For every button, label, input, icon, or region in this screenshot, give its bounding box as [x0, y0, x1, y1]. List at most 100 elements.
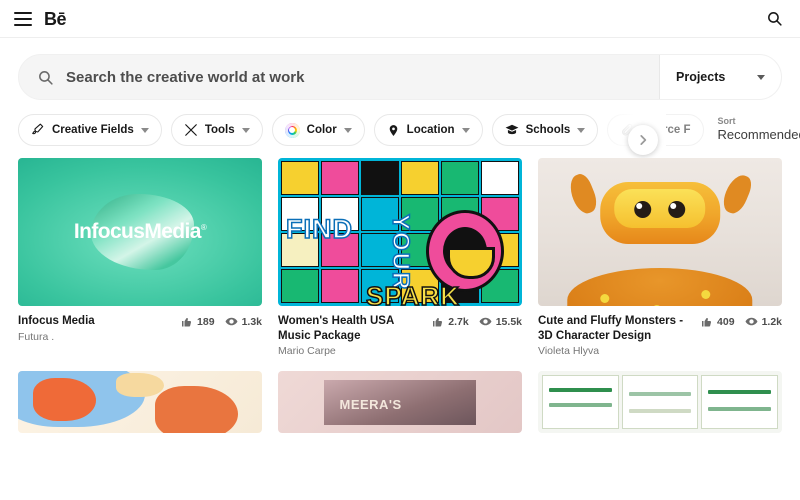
poster-line: [628, 408, 692, 413]
illustration-shape: [32, 377, 97, 422]
search-scope-label: Projects: [676, 70, 726, 84]
poster-column: [542, 375, 619, 430]
project-owner[interactable]: Mario Carpe: [278, 345, 424, 357]
project-card[interactable]: [538, 371, 782, 434]
illustration-shape: [154, 386, 238, 434]
project-card-text: Cute and Fluffy Monsters - 3D Character …: [538, 314, 693, 357]
project-title[interactable]: Cute and Fluffy Monsters - 3D Character …: [538, 314, 693, 343]
filter-pill-location[interactable]: Location: [373, 114, 483, 146]
poster-tile: [481, 161, 519, 195]
view-count: 1.3k: [241, 315, 262, 328]
project-card-text: Infocus Media Futura .: [18, 314, 173, 343]
behance-logo[interactable]: Bē: [44, 10, 67, 28]
like-stat[interactable]: 409: [701, 316, 735, 328]
sort-control[interactable]: Sort Recommended: [717, 115, 800, 144]
poster-tile: [321, 161, 359, 195]
filters-row: Creative Fields Tools Color Location Sch…: [0, 100, 800, 158]
project-title[interactable]: Women's Health USA Music Package: [278, 314, 424, 343]
monster-ear-right: [719, 171, 755, 217]
monster-ear-left: [565, 171, 601, 217]
search-icon[interactable]: [762, 7, 786, 31]
like-count: 2.7k: [448, 315, 469, 328]
chevron-down-icon: [757, 74, 765, 80]
project-card-meta: Infocus Media Futura . 189 1.3k: [18, 306, 262, 343]
filter-pill-color[interactable]: Color: [271, 114, 365, 146]
fluffy-monsters-thumbnail[interactable]: [538, 158, 782, 306]
filter-pill-tools[interactable]: Tools: [170, 114, 263, 146]
filter-pill-label: Tools: [204, 124, 235, 136]
graduation-cap-icon: [505, 123, 519, 137]
poster-word-find: FIND: [285, 213, 353, 245]
chevron-down-icon: [577, 127, 586, 133]
filter-pill-label: Color: [306, 124, 337, 136]
monster-head: [600, 182, 720, 244]
project-card[interactable]: FIND YOUR SPARK Women's Health USA Music…: [278, 158, 522, 357]
filter-pill-list: Creative Fields Tools Color Location Sch…: [18, 114, 704, 146]
project-owner[interactable]: Futura .: [18, 331, 173, 343]
meera-flowers-thumbnail[interactable]: MEERA'S: [278, 371, 522, 434]
project-title[interactable]: Infocus Media: [18, 314, 173, 329]
behance-search-page: Bē Projects: [0, 0, 800, 500]
womens-health-usa-thumbnail[interactable]: FIND YOUR SPARK: [278, 158, 522, 306]
chevron-down-icon: [343, 127, 352, 133]
monster-eye-right: [668, 200, 686, 218]
meera-title-text: MEERA'S: [339, 396, 402, 412]
monster-face: [614, 189, 706, 228]
sort-value-text: Recommended: [717, 126, 800, 142]
poster-line: [708, 406, 772, 411]
search-input[interactable]: [66, 68, 659, 86]
project-card[interactable]: MEERA'S: [278, 371, 522, 434]
sort-value[interactable]: Recommended: [718, 127, 800, 144]
market-poster-thumbnail[interactable]: [538, 371, 782, 434]
poster-tile: [401, 161, 439, 195]
view-count: 1.2k: [761, 315, 782, 328]
monster-dot: [700, 289, 710, 299]
thumbnail-overlay-text: InfocusMedia®: [73, 220, 207, 243]
eye-icon: [225, 317, 238, 326]
thumbs-up-icon: [433, 317, 443, 326]
monster-eye-left: [634, 200, 652, 218]
chevron-down-icon: [241, 127, 250, 133]
poster-word-spark: SPARK: [365, 280, 461, 306]
project-owner[interactable]: Violeta Hlyva: [538, 345, 693, 357]
project-card[interactable]: [18, 371, 262, 434]
chevron-down-icon: [140, 127, 149, 133]
hamburger-menu-icon[interactable]: [14, 11, 32, 26]
filter-pill-creative-fields[interactable]: Creative Fields: [18, 114, 162, 146]
filter-pill-label: Creative Fields: [52, 124, 134, 136]
eye-icon: [479, 317, 492, 326]
search-bar[interactable]: Projects: [18, 54, 782, 100]
sort-label: Sort: [717, 115, 736, 126]
mouth-illustration: [426, 210, 504, 292]
poster-word-your: YOUR: [386, 213, 414, 292]
illustration-shape: [115, 372, 165, 398]
thumbs-up-icon: [182, 317, 192, 326]
poster-column: [701, 375, 779, 430]
poster-line: [708, 389, 772, 394]
like-count: 189: [197, 315, 215, 328]
poster-tile: [281, 269, 319, 303]
like-stat[interactable]: 189: [181, 316, 215, 328]
project-stats: 2.7k 15.5k: [432, 314, 522, 328]
infocus-media-thumbnail[interactable]: InfocusMedia®: [18, 158, 262, 306]
filter-pill-schools[interactable]: Schools: [491, 114, 599, 146]
filters-scroll-right-button[interactable]: [628, 125, 658, 155]
poster-tile: [361, 161, 399, 195]
view-stat[interactable]: 15.5k: [479, 315, 522, 328]
project-stats: 189 1.3k: [181, 314, 262, 328]
search-field-wrapper[interactable]: [19, 55, 659, 99]
top-navigation-bar: Bē: [0, 0, 800, 38]
like-count: 409: [717, 315, 735, 328]
flower-book-cover: MEERA'S: [324, 379, 476, 426]
tools-icon: [184, 123, 198, 137]
project-card[interactable]: InfocusMedia® Infocus Media Futura . 189: [18, 158, 262, 357]
view-stat[interactable]: 1.2k: [745, 315, 782, 328]
project-grid: InfocusMedia® Infocus Media Futura . 189: [0, 158, 800, 357]
like-stat[interactable]: 2.7k: [432, 315, 469, 328]
chevron-down-icon: [461, 127, 470, 133]
view-stat[interactable]: 1.3k: [225, 315, 262, 328]
search-scope-dropdown[interactable]: Projects: [659, 55, 781, 99]
kids-illustration-thumbnail[interactable]: [18, 371, 262, 434]
project-card[interactable]: Cute and Fluffy Monsters - 3D Character …: [538, 158, 782, 357]
monster-body: [567, 268, 753, 306]
